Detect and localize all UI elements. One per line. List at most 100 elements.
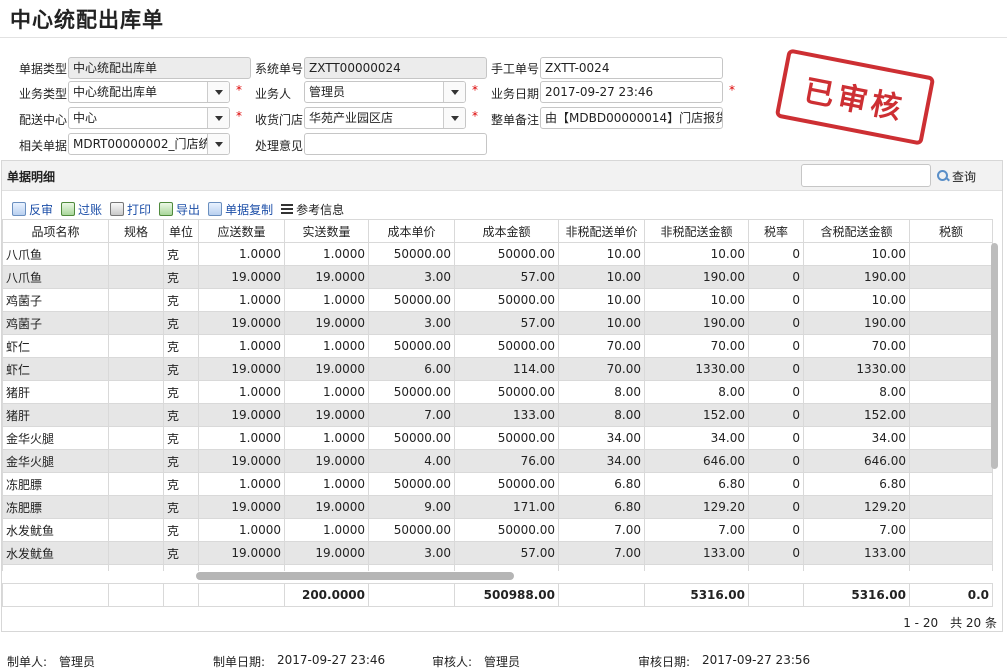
table-cell: 猪肝 [2, 403, 109, 427]
table-cell [909, 242, 993, 266]
column-header[interactable]: 非税配送金额 [644, 219, 749, 243]
total-cell [368, 583, 455, 607]
table-row[interactable]: 冻肥膘克 19.0000 19.0000 9.00 171.00 6.80 129.20 0 1… [2, 495, 993, 519]
title-divider [0, 37, 1007, 38]
table-cell: 虾仁 [2, 334, 109, 358]
auditor-label: 审核人: [432, 655, 473, 669]
table-cell [163, 564, 199, 571]
biz-type-select[interactable]: 中心统配出库单 [68, 81, 230, 103]
table-row[interactable]: 猪肝克 19.0000 19.0000 7.00 133.00 8.00 152.00 0 15… [2, 403, 993, 427]
horizontal-scroll-thumb[interactable] [196, 572, 514, 580]
table-cell: 190.00 [803, 311, 910, 335]
table-cell: 10.00 [558, 288, 645, 312]
table-cell: 50000.00 [368, 518, 455, 542]
unaudit-button[interactable]: 反审 [12, 199, 53, 219]
table-row[interactable]: 猪肝克 1.0000 1.0000 50000.00 50000.00 8.00 8.00 0… [2, 380, 993, 404]
table-row[interactable]: 水发鱿鱼克 1.0000 1.0000 50000.00 50000.00 7.00 7.0… [2, 518, 993, 542]
table-cell: 1.0000 [198, 472, 285, 496]
table-cell [108, 449, 164, 473]
table-cell [108, 288, 164, 312]
table-cell: 1.0000 [198, 334, 285, 358]
chevron-down-icon[interactable] [207, 134, 229, 154]
pager-info: 1 - 20 共 20 条 [903, 616, 997, 630]
table-row[interactable]: 冻肥膘克 1.0000 1.0000 50000.00 50000.00 6.80 6.80… [2, 472, 993, 496]
table-row[interactable]: 虾仁克 19.0000 19.0000 6.00 114.00 70.00 1330.00 0… [2, 357, 993, 381]
export-button[interactable]: 导出 [159, 199, 200, 219]
table-cell: 水发鱿鱼 [2, 518, 109, 542]
table-cell: 八爪鱼 [2, 265, 109, 289]
table-cell [909, 541, 993, 565]
print-button[interactable]: 打印 [110, 199, 151, 219]
post-button[interactable]: 过账 [61, 199, 102, 219]
table-cell: 0 [748, 380, 804, 404]
table-cell: 克 [163, 242, 199, 266]
table-cell: 76.00 [454, 449, 559, 473]
column-header[interactable]: 规格 [108, 219, 164, 243]
chevron-down-icon[interactable] [443, 82, 465, 102]
recv-store-select[interactable]: 华苑产业园区店 [304, 107, 466, 129]
creator-label: 制单人: [7, 655, 48, 669]
table-cell [909, 357, 993, 381]
table-cell: 1330.00 [803, 357, 910, 381]
table-cell [198, 564, 285, 571]
table-row[interactable]: 鸡菌子克 19.0000 19.0000 3.00 57.00 10.00 190.00 0 1… [2, 311, 993, 335]
table-cell [644, 564, 749, 571]
table-row[interactable]: 鸡菌子克 1.0000 1.0000 50000.00 50000.00 10.00 10.… [2, 288, 993, 312]
search-button[interactable]: 查询 [937, 166, 976, 186]
table-cell: 6.80 [558, 495, 645, 519]
copy-doc-button[interactable]: 单据复制 [208, 199, 273, 219]
total-cell [748, 583, 804, 607]
manual-no-input[interactable]: ZXTT-0024 [540, 57, 723, 79]
chevron-down-icon[interactable] [207, 108, 229, 128]
total-cell: 5316.00 [644, 583, 749, 607]
column-header[interactable]: 税额 [909, 219, 993, 243]
table-cell: 0 [748, 449, 804, 473]
vertical-scroll-thumb[interactable] [991, 243, 998, 469]
opinion-input[interactable] [304, 133, 487, 155]
column-header[interactable]: 成本金额 [454, 219, 559, 243]
dist-center-select[interactable]: 中心 [68, 107, 230, 129]
column-header[interactable]: 非税配送单价 [558, 219, 645, 243]
column-header[interactable]: 品项名称 [2, 219, 109, 243]
audit-date-value: 2017-09-27 23:56 [702, 653, 811, 667]
table-row[interactable]: 虾仁克 1.0000 1.0000 50000.00 50000.00 70.00 70.0… [2, 334, 993, 358]
table-cell: 19.0000 [198, 449, 285, 473]
column-header[interactable]: 税率 [748, 219, 804, 243]
staff-select[interactable]: 管理员 [304, 81, 466, 103]
table-row[interactable]: 八爪鱼克 1.0000 1.0000 50000.00 50000.00 10.00 10.… [2, 242, 993, 266]
recv-store-value: 华苑产业园区店 [309, 111, 394, 125]
totals-table: 200.0000 500988.00 5316.00 5316.00 0.0 [2, 583, 993, 607]
table-cell: 克 [163, 288, 199, 312]
sys-no-label: 系统单号 [255, 62, 304, 76]
create-date-label: 制单日期: [213, 655, 266, 669]
total-cell [198, 583, 285, 607]
table-cell: 70.00 [558, 334, 645, 358]
table-cell [909, 495, 993, 519]
table-cell: 7.00 [803, 518, 910, 542]
table-cell: 0 [748, 541, 804, 565]
chevron-down-icon[interactable] [207, 82, 229, 102]
table-row[interactable]: 八爪鱼克 19.0000 19.0000 3.00 57.00 10.00 190.00 0 1… [2, 265, 993, 289]
column-header[interactable]: 实送数量 [284, 219, 369, 243]
table-cell: 57.00 [454, 311, 559, 335]
detail-search-input[interactable] [801, 164, 931, 187]
related-doc-select[interactable]: MDRT00000002_门店统 [68, 133, 230, 155]
biz-date-input[interactable]: 2017-09-27 23:46 [540, 81, 723, 103]
table-row[interactable]: 金华火腿克 1.0000 1.0000 50000.00 50000.00 34.00 34… [2, 426, 993, 450]
table-row[interactable]: 金华火腿克 19.0000 19.0000 4.00 76.00 34.00 646.00 0… [2, 449, 993, 473]
ref-info-label: 参考信息 [296, 202, 345, 217]
table-cell [909, 472, 993, 496]
table-cell: 190.00 [803, 265, 910, 289]
required-mark: * [236, 109, 242, 123]
chevron-down-icon[interactable] [443, 108, 465, 128]
ref-info-button[interactable]: 参考信息 [281, 199, 344, 219]
table-cell: 8.00 [558, 380, 645, 404]
column-header[interactable]: 单位 [163, 219, 199, 243]
column-header[interactable]: 含税配送金额 [803, 219, 910, 243]
table-cell [108, 564, 164, 571]
column-header[interactable]: 成本单价 [368, 219, 455, 243]
table-row[interactable]: 水发鱿鱼克 19.0000 19.0000 3.00 57.00 7.00 133.00 0 1… [2, 541, 993, 565]
column-header[interactable]: 应送数量 [198, 219, 285, 243]
creator-value: 管理员 [59, 655, 96, 669]
remark-input[interactable]: 由【MDBD00000014】门店报货单 [540, 107, 723, 129]
